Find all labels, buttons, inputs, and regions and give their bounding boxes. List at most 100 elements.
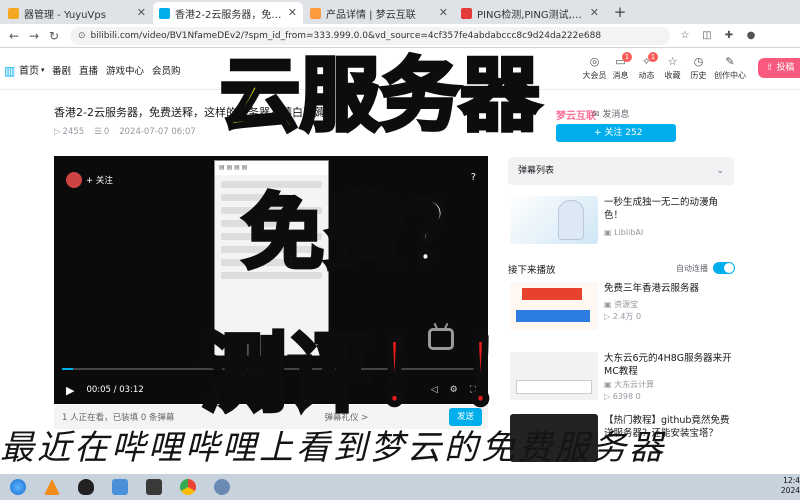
favorites-button[interactable]: ☆ 收藏 bbox=[660, 54, 685, 81]
reload-icon[interactable]: ↻ bbox=[46, 28, 62, 44]
taskbar-window[interactable] bbox=[106, 476, 134, 498]
danmaku-count-icon: ☰ bbox=[94, 127, 102, 137]
taskbar-app[interactable] bbox=[208, 476, 236, 498]
vlc-cone-icon bbox=[44, 479, 60, 495]
danmaku-count: 0 bbox=[103, 127, 110, 137]
header-nav: 番剧 直播 游戏中心 会员购 bbox=[52, 63, 189, 77]
overlay-line-cloud-server: 云服务器 bbox=[218, 48, 542, 144]
rec-uploader: ▣ LiblibAI bbox=[604, 228, 643, 237]
autoplay-toggle[interactable] bbox=[713, 262, 735, 274]
bilibili-favicon-icon bbox=[159, 8, 170, 19]
tab-yuyuvps[interactable]: 器管理 - YuyuVps ✕ bbox=[2, 2, 152, 24]
send-message-link[interactable]: ✉ 发消息 bbox=[592, 107, 629, 120]
upload-label: 投稿 bbox=[776, 63, 795, 73]
forward-arrow-icon[interactable]: → bbox=[26, 28, 42, 44]
back-arrow-icon[interactable]: ← bbox=[6, 28, 22, 44]
time-total: 03:12 bbox=[119, 385, 144, 395]
player-follow-button[interactable]: + 关注 bbox=[86, 174, 113, 186]
windows-taskbar bbox=[0, 474, 800, 500]
rec-stats-text: 6398 0 bbox=[612, 392, 641, 401]
ping-favicon-icon bbox=[461, 8, 472, 19]
close-tab-icon[interactable]: ✕ bbox=[590, 6, 599, 19]
message-badge: 1 bbox=[622, 52, 632, 62]
mail-icon: ✉ bbox=[592, 110, 600, 120]
tab-ping-test[interactable]: PING检测,PING测试,在线PING测 ✕ bbox=[455, 2, 605, 24]
bookmark-star-icon[interactable]: ☆ bbox=[678, 29, 692, 43]
rec-uploader-name: LiblibAI bbox=[614, 228, 644, 237]
media-icon bbox=[146, 479, 162, 495]
mengyun-favicon-icon bbox=[310, 8, 321, 19]
tab-bilibili-video[interactable]: 香港2-2云服务器，免费送释，这 ✕ bbox=[153, 2, 303, 24]
time-separator: / bbox=[110, 385, 120, 395]
close-tab-icon[interactable]: ✕ bbox=[288, 6, 297, 19]
clock-time: 12:4 bbox=[783, 476, 800, 485]
bilibili-logo-icon: ▥ bbox=[4, 63, 16, 78]
favorites-icon: ☆ bbox=[667, 55, 678, 68]
history-button[interactable]: ◷ 历史 bbox=[686, 54, 711, 81]
uploader-avatar[interactable] bbox=[66, 172, 82, 188]
tab-label: 香港2-2云服务器，免费送释，这 bbox=[175, 9, 283, 21]
url-text: bilibili.com/video/BV1NfameDEv2/?spm_id_… bbox=[90, 30, 602, 41]
taskbar-vlc[interactable] bbox=[38, 476, 66, 498]
tab-label: 产品详情 | 梦云互联 bbox=[326, 9, 416, 21]
tab-label: PING检测,PING测试,在线PING测 bbox=[477, 9, 585, 21]
extension-icon[interactable]: ◫ bbox=[700, 29, 714, 43]
close-tab-icon[interactable]: ✕ bbox=[137, 6, 146, 19]
message-button[interactable]: ▭ 1 消息 bbox=[608, 52, 633, 81]
screen: 器管理 - YuyuVps ✕ 香港2-2云服务器，免费送释，这 ✕ 产品详情 … bbox=[0, 0, 800, 500]
qq-penguin-icon bbox=[78, 479, 94, 495]
app-icon bbox=[214, 479, 230, 495]
video-progress-fill bbox=[62, 368, 73, 370]
rec-stats-text: 2.4万 0 bbox=[612, 312, 642, 321]
url-input[interactable]: ⊙ bilibili.com/video/BV1NfameDEv2/?spm_i… bbox=[70, 26, 670, 45]
toggle-knob bbox=[724, 263, 734, 273]
favorites-label: 收藏 bbox=[664, 71, 681, 80]
rec-title: 大东云6元的4H8G服务器来开MC教程 bbox=[604, 353, 732, 377]
play-icon[interactable]: ▶ bbox=[66, 384, 74, 397]
danmaku-toggle-icon[interactable]: ? bbox=[471, 172, 476, 183]
address-bar-row: ← → ↻ ⊙ bilibili.com/video/BV1NfameDEv2/… bbox=[0, 24, 800, 48]
upload-button[interactable]: ⇧ 投稿 bbox=[758, 58, 800, 78]
home-link[interactable]: ▥ 首页 ▾ bbox=[4, 62, 45, 78]
phone-status-bar: ▤ ▤ ▤ ▤ bbox=[215, 161, 328, 175]
dynamic-badge: 1 bbox=[648, 52, 658, 62]
taskbar-chrome[interactable] bbox=[174, 476, 202, 498]
time-current: 00:05 bbox=[86, 385, 111, 395]
dynamic-button[interactable]: ✧ 1 动态 bbox=[634, 52, 659, 81]
taskbar-qq[interactable] bbox=[72, 476, 100, 498]
browser-icon bbox=[180, 479, 196, 495]
start-button[interactable] bbox=[4, 476, 32, 498]
tab-product-detail[interactable]: 产品详情 | 梦云互联 ✕ bbox=[304, 2, 454, 24]
play-count: 2455 bbox=[62, 127, 85, 137]
system-clock[interactable]: 12:4 2024 bbox=[766, 476, 800, 496]
profile-icon[interactable]: ● bbox=[744, 29, 758, 43]
creator-icon: ✎ bbox=[725, 55, 735, 68]
window-icon bbox=[112, 479, 128, 495]
creator-center-button[interactable]: ✎ 创作中心 bbox=[712, 54, 748, 81]
rec-card[interactable]: 一秒生成独一无二的动漫角色！ ▣ LiblibAI bbox=[510, 196, 734, 248]
puzzle-icon[interactable]: ✚ bbox=[722, 29, 736, 43]
site-info-icon[interactable]: ⊙ bbox=[78, 31, 86, 41]
rec-uploader-name: 大东云计算 bbox=[614, 380, 655, 389]
message-label: 消息 bbox=[612, 71, 629, 80]
close-tab-icon[interactable]: ✕ bbox=[439, 6, 448, 19]
handwritten-caption: 最近在哔哩哔哩上看到梦云的免费服务器 bbox=[0, 428, 666, 468]
history-label: 历史 bbox=[690, 71, 707, 80]
overlay-line-free: 免费？ bbox=[240, 184, 490, 283]
new-tab-button[interactable]: + bbox=[610, 2, 630, 22]
chevron-down-icon: ▾ bbox=[41, 65, 45, 74]
anime-character-image bbox=[558, 200, 584, 240]
tab-label: 器管理 - YuyuVps bbox=[24, 9, 106, 21]
header-user-actions: ◎ 大会员 ▭ 1 消息 ✧ 1 动态 ☆ 收藏 ◷ 历史 ✎ 创作中心 bbox=[582, 52, 749, 81]
danmaku-list-header[interactable]: 弹幕列表 ⌄ bbox=[508, 157, 734, 185]
nav-item-live[interactable]: 直播 bbox=[79, 63, 98, 77]
rec-uploader: ▣ 资源宝 bbox=[604, 299, 638, 310]
play-count-icon: ▷ bbox=[54, 127, 61, 137]
nav-item-game-center[interactable]: 游戏中心 bbox=[106, 63, 144, 77]
nav-item-anime[interactable]: 番剧 bbox=[52, 63, 71, 77]
taskbar-media[interactable] bbox=[140, 476, 168, 498]
thumbnail-red-stripe bbox=[522, 288, 582, 300]
home-label: 首页 bbox=[19, 66, 39, 77]
yuyuvps-favicon-icon bbox=[8, 8, 19, 19]
rec-stats: ▷ 6398 0 bbox=[604, 392, 641, 401]
